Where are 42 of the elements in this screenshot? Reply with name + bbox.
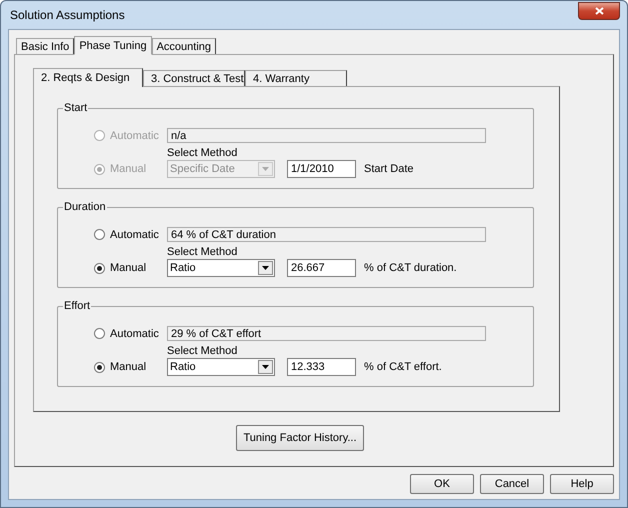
field-label: Select Method [167,146,238,158]
dialog-button[interactable]: Cancel [480,474,544,494]
field-label: Select Method [167,344,238,356]
phase-tab[interactable]: 3. Construct & Test [143,70,245,86]
radio-label: Automatic [110,228,159,240]
method-dropdown[interactable]: Ratio [167,358,275,376]
group-title: Start [63,102,88,114]
readonly-field: 64 % of C&T duration [167,227,486,242]
radio-button[interactable] [94,362,105,372]
unit-label: % of C&T effort. [364,361,442,373]
radio-label: Manual [110,262,146,274]
readonly-field: 29 % of C&T effort [167,326,486,341]
history-button[interactable]: Tuning Factor History... [236,425,364,451]
phase-tab[interactable]: 2. Reqts & Design [33,68,143,87]
close-button[interactable] [578,2,620,20]
phase-tab[interactable]: 4. Warranty [245,70,347,86]
readonly-field: n/a [167,128,486,143]
caret-icon [262,166,269,170]
method-dropdown[interactable]: Ratio [167,258,275,276]
tab[interactable]: Accounting [152,38,216,54]
unit-label: % of C&T duration. [364,262,457,274]
dialog-button[interactable]: OK [410,474,474,494]
close-icon [594,7,604,15]
field-label: Select Method [167,246,238,258]
unit-label: Start Date [364,163,414,175]
radio-label: Automatic [110,328,159,340]
window-title: Solution Assumptions [9,8,125,22]
group-title: Effort [63,300,92,312]
radio-label: Manual [110,361,146,373]
radio-label: Manual [110,163,146,175]
radio-button[interactable] [94,229,105,240]
group-title: Duration [63,201,107,213]
dialog-button[interactable]: Help [550,474,614,494]
caret-icon [262,364,269,368]
caret-icon [262,266,269,270]
tab[interactable]: Phase Tuning [74,36,152,55]
radio-label: Automatic [110,130,159,142]
radio-button[interactable] [94,328,105,339]
input-field[interactable]: 26.667 [287,259,356,277]
tab[interactable]: Basic Info [16,38,74,54]
radio-button[interactable] [94,262,105,274]
input-field[interactable]: 12.333 [287,358,356,376]
